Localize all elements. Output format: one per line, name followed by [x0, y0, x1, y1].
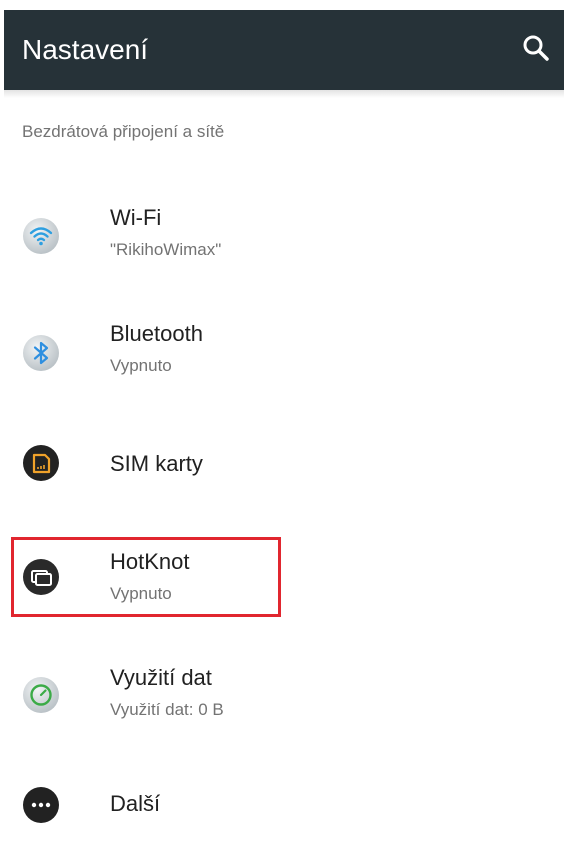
search-button[interactable]: [518, 30, 554, 66]
settings-item-sim-cards[interactable]: SIM karty: [0, 416, 564, 516]
wifi-icon: [23, 218, 59, 254]
app-bar: Nastavení: [4, 10, 564, 90]
data-usage-text: Využití dat Využití dat: 0 B: [110, 664, 224, 722]
item-title: Další: [110, 791, 161, 816]
settings-screen: Nastavení Bezdrátová připojení a sítě Wi…: [0, 0, 564, 854]
sim-cards-text: SIM karty: [110, 450, 203, 478]
data-usage-icon: [23, 677, 59, 713]
settings-item-data-usage[interactable]: Využití dat Využití dat: 0 B: [0, 652, 564, 752]
more-text: Další: [110, 790, 160, 818]
app-bar-shadow: [4, 90, 564, 98]
settings-item-wifi[interactable]: Wi-Fi "RikihoWimax": [0, 190, 564, 290]
item-summary: "RikihoWimax": [110, 240, 222, 259]
item-summary: Využití dat: 0 B: [110, 700, 224, 719]
bluetooth-text: Bluetooth Vypnuto: [110, 320, 203, 378]
item-title: Wi-Fi: [110, 205, 162, 230]
section-header-wireless: Bezdrátová připojení a sítě: [22, 122, 225, 141]
wifi-text: Wi-Fi "RikihoWimax": [110, 204, 221, 262]
search-icon: [523, 35, 549, 61]
settings-item-more[interactable]: Další: [0, 760, 564, 854]
settings-item-bluetooth[interactable]: Bluetooth Vypnuto: [0, 304, 564, 404]
sim-card-icon: [23, 445, 59, 481]
item-summary: Vypnuto: [110, 356, 172, 375]
page-title: Nastavení: [22, 34, 149, 65]
top-margin: [0, 0, 564, 10]
item-title: Využití dat: [110, 665, 212, 690]
more-icon: [23, 787, 59, 823]
hotknot-highlight-box: [11, 537, 281, 617]
bluetooth-icon: [23, 335, 59, 371]
item-title: SIM karty: [110, 451, 203, 476]
item-title: Bluetooth: [110, 321, 203, 346]
